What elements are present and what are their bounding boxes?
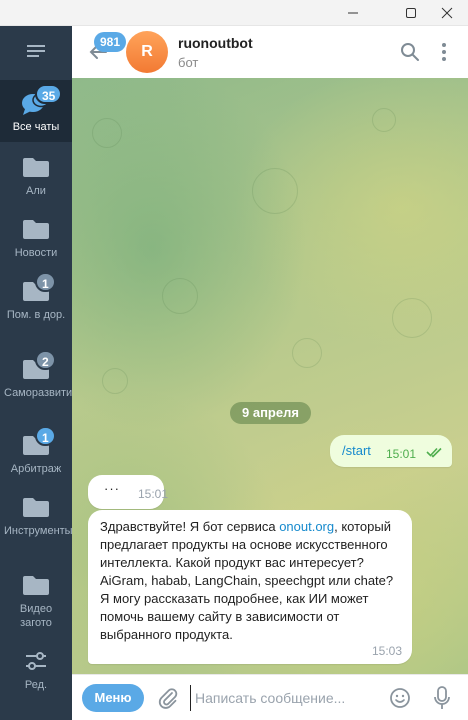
message-time: 15:01 bbox=[386, 447, 417, 461]
chat-title[interactable]: ruonoutbot bbox=[178, 35, 253, 51]
background-doodle bbox=[392, 298, 432, 338]
microphone-icon[interactable] bbox=[430, 685, 454, 711]
chat-subtitle: бот bbox=[178, 55, 199, 70]
folder-unread-badge: 35 bbox=[35, 84, 63, 104]
folder-label: Видео загото bbox=[19, 603, 53, 629]
sidebar-folder-self-development[interactable]: 2 Саморазвитие bbox=[0, 350, 79, 400]
sliders-icon bbox=[21, 648, 51, 674]
folder-icon: 2 bbox=[21, 350, 56, 382]
total-unread-badge: 981 bbox=[94, 32, 127, 52]
sidebar-folder-tools[interactable]: Инструменты bbox=[0, 494, 73, 538]
folder-unread-badge: 1 bbox=[35, 272, 56, 292]
folder-icon bbox=[21, 572, 51, 598]
chat-header: 981 R ruonoutbot бот bbox=[72, 26, 468, 78]
background-doodle bbox=[162, 278, 198, 314]
background-doodle bbox=[92, 118, 122, 148]
folder-sidebar: 35 Все чаты Али Новости 1 Пом. в дор. 2 … bbox=[0, 26, 79, 720]
bot-menu-button[interactable]: Меню bbox=[82, 684, 144, 712]
message-text[interactable]: Здравствуйте! Я бот сервиса onout.org, к… bbox=[100, 518, 404, 644]
folder-icon bbox=[21, 494, 51, 520]
more-vertical-icon[interactable] bbox=[432, 40, 456, 64]
search-icon[interactable] bbox=[398, 40, 422, 64]
paperclip-icon[interactable] bbox=[156, 686, 180, 710]
background-doodle bbox=[292, 338, 322, 368]
folder-unread-badge: 1 bbox=[35, 426, 56, 446]
double-check-icon bbox=[426, 445, 444, 458]
folder-unread-badge: 2 bbox=[35, 350, 56, 370]
background-doodle bbox=[102, 368, 128, 394]
folder-icon: 1 bbox=[21, 426, 56, 458]
sidebar-folder-all-chats[interactable]: 35 Все чаты bbox=[0, 80, 72, 142]
background-doodle bbox=[252, 168, 298, 214]
folder-label: Саморазвитие bbox=[4, 387, 79, 399]
incoming-message[interactable]: Здравствуйте! Я бот сервиса onout.org, к… bbox=[88, 510, 412, 664]
close-icon[interactable] bbox=[424, 0, 468, 26]
chat-bubbles-icon: 35 bbox=[21, 84, 63, 116]
folder-label: Все чаты bbox=[12, 121, 60, 133]
message-time: 15:01 bbox=[138, 487, 169, 501]
folder-label: Али bbox=[26, 185, 46, 197]
sidebar-edit-folders[interactable]: Ред. bbox=[0, 648, 72, 692]
minimize-icon[interactable] bbox=[330, 0, 376, 26]
emoji-icon[interactable] bbox=[388, 686, 412, 710]
folder-label: Инструменты bbox=[4, 525, 73, 537]
message-time: 15:03 bbox=[371, 644, 402, 658]
sidebar-folder-video[interactable]: Видео загото bbox=[0, 572, 72, 630]
folder-label: Пом. в дор. bbox=[6, 309, 66, 321]
date-separator: 9 апреля bbox=[230, 402, 311, 424]
message-input[interactable] bbox=[190, 685, 384, 711]
folder-icon: 1 bbox=[21, 272, 56, 304]
sidebar-folder-ali[interactable]: Али bbox=[0, 154, 72, 198]
folder-label: Ред. bbox=[24, 679, 48, 691]
message-link[interactable]: onout.org bbox=[279, 519, 334, 534]
sidebar-folder-road-help[interactable]: 1 Пом. в дор. bbox=[0, 272, 72, 322]
incoming-message[interactable]: ··· 15:01 bbox=[88, 475, 168, 509]
message-composer: Меню bbox=[72, 674, 468, 720]
message-text: ··· bbox=[104, 481, 120, 496]
folder-icon bbox=[21, 154, 51, 180]
hamburger-icon[interactable] bbox=[22, 40, 50, 62]
folder-icon bbox=[21, 216, 51, 242]
background-doodle bbox=[372, 108, 396, 132]
folder-label: Новости bbox=[14, 247, 58, 259]
window-titlebar bbox=[0, 0, 468, 26]
chat-message-area[interactable]: 9 апреля /start 15:01 ··· 15:01 Здравств… bbox=[72, 78, 468, 674]
avatar[interactable]: R bbox=[126, 31, 168, 73]
folder-label: Арбитраж bbox=[10, 463, 62, 475]
outgoing-message[interactable]: /start 15:01 bbox=[330, 435, 452, 467]
sidebar-folder-arbitrage[interactable]: 1 Арбитраж bbox=[0, 426, 72, 476]
sidebar-folder-news[interactable]: Новости bbox=[0, 216, 72, 260]
message-text[interactable]: /start bbox=[342, 443, 371, 458]
